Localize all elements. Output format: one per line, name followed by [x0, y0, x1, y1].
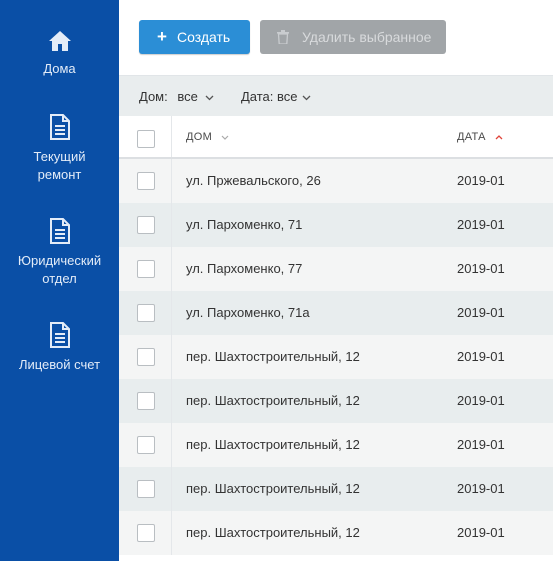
table-row[interactable]: пер. Шахтостроительный, 12 2019-01: [119, 379, 553, 423]
chevron-down-icon: [206, 95, 214, 100]
column-header-house-label: ДОМ: [186, 131, 213, 143]
row-house: ул. Пархоменко, 71: [186, 217, 303, 232]
row-date: 2019-01: [457, 173, 505, 188]
table-body: ул. Пржевальского, 26 2019-01 ул. Пархомен…: [119, 159, 553, 555]
plus-icon: +: [157, 27, 167, 46]
table-header: ДОМ ДАТА: [119, 116, 553, 159]
column-divider: [171, 335, 172, 379]
row-checkbox[interactable]: [137, 524, 155, 542]
sidebar-item-personal-account[interactable]: Лицевой счет: [0, 322, 119, 374]
house-filter-label: Дом:: [139, 89, 168, 104]
sidebar-item-label: Юридический отдел: [17, 253, 102, 286]
delete-selected-button[interactable]: Удалить выбранное: [260, 20, 446, 54]
select-all-checkbox[interactable]: [137, 130, 155, 148]
row-house: ул. Пархоменко, 77: [186, 261, 303, 276]
sidebar-item-label: Дома: [43, 61, 76, 76]
row-date: 2019-01: [457, 261, 505, 276]
column-divider: [171, 203, 172, 247]
document-icon: [49, 322, 70, 348]
row-checkbox[interactable]: [137, 436, 155, 454]
column-divider: [171, 467, 172, 511]
house-filter-value: все: [177, 89, 198, 104]
document-icon: [49, 218, 70, 244]
row-checkbox[interactable]: [137, 392, 155, 410]
table-row[interactable]: пер. Шахтостроительный, 12 2019-01: [119, 423, 553, 467]
row-checkbox[interactable]: [137, 216, 155, 234]
column-divider: [171, 247, 172, 291]
column-header-date-label: ДАТА: [457, 131, 486, 143]
toolbar: + Создать Удалить выбранное: [119, 0, 553, 76]
column-header-house[interactable]: ДОМ: [186, 116, 229, 159]
column-divider: [171, 116, 172, 157]
sidebar-item-legal[interactable]: Юридический отдел: [0, 218, 119, 288]
sort-ascending-icon: [495, 134, 503, 140]
column-header-date[interactable]: ДАТА: [457, 116, 503, 159]
row-date: 2019-01: [457, 393, 505, 408]
table-row[interactable]: пер. Шахтостроительный, 12 2019-01: [119, 511, 553, 555]
date-filter[interactable]: Дата: все: [241, 76, 311, 118]
table-row[interactable]: ул. Пржевальского, 26 2019-01: [119, 159, 553, 203]
row-date: 2019-01: [457, 481, 505, 496]
row-date: 2019-01: [457, 305, 505, 320]
row-checkbox[interactable]: [137, 304, 155, 322]
column-divider: [171, 159, 172, 203]
table-row[interactable]: пер. Шахтостроительный, 12 2019-01: [119, 467, 553, 511]
table-row[interactable]: ул. Пархоменко, 71 2019-01: [119, 203, 553, 247]
column-divider: [171, 423, 172, 467]
row-checkbox[interactable]: [137, 480, 155, 498]
column-divider: [171, 511, 172, 555]
column-divider: [171, 291, 172, 335]
row-house: пер. Шахтостроительный, 12: [186, 437, 360, 452]
document-icon: [49, 114, 70, 140]
row-date: 2019-01: [457, 349, 505, 364]
chevron-down-icon: [222, 135, 229, 140]
row-checkbox[interactable]: [137, 348, 155, 366]
sidebar: Дома Текущий ремонт Юридический отдел Ли…: [0, 0, 119, 561]
table-row[interactable]: ул. Пархоменко, 71а 2019-01: [119, 291, 553, 335]
create-button-label: Создать: [177, 29, 231, 45]
chevron-down-icon: [302, 95, 311, 100]
main-content: + Создать Удалить выбранное Дом: все Дат…: [119, 0, 553, 561]
sidebar-item-current-repair[interactable]: Текущий ремонт: [0, 114, 119, 184]
column-divider: [171, 379, 172, 423]
row-date: 2019-01: [457, 525, 505, 540]
row-house: ул. Пржевальского, 26: [186, 173, 321, 188]
sidebar-item-label: Лицевой счет: [18, 357, 101, 372]
table-row[interactable]: пер. Шахтостроительный, 12 2019-01: [119, 335, 553, 379]
row-house: пер. Шахтостроительный, 12: [186, 481, 360, 496]
row-checkbox[interactable]: [137, 172, 155, 190]
row-date: 2019-01: [457, 217, 505, 232]
filter-bar: Дом: все Дата: все: [119, 76, 553, 116]
row-house: пер. Шахтостроительный, 12: [186, 525, 360, 540]
date-filter-label: Дата: все: [241, 89, 298, 104]
trash-icon: [277, 30, 289, 44]
sidebar-item-label: Текущий ремонт: [33, 149, 86, 182]
row-house: пер. Шахтостроительный, 12: [186, 349, 360, 364]
sidebar-item-houses[interactable]: Дома: [0, 30, 119, 78]
home-icon: [48, 31, 71, 51]
table-row[interactable]: ул. Пархоменко, 77 2019-01: [119, 247, 553, 291]
row-date: 2019-01: [457, 437, 505, 452]
row-house: пер. Шахтостроительный, 12: [186, 393, 360, 408]
delete-button-label: Удалить выбранное: [302, 29, 432, 45]
create-button[interactable]: + Создать: [139, 20, 250, 54]
row-house: ул. Пархоменко, 71а: [186, 305, 310, 320]
row-checkbox[interactable]: [137, 260, 155, 278]
house-filter[interactable]: Дом: все: [139, 76, 214, 118]
